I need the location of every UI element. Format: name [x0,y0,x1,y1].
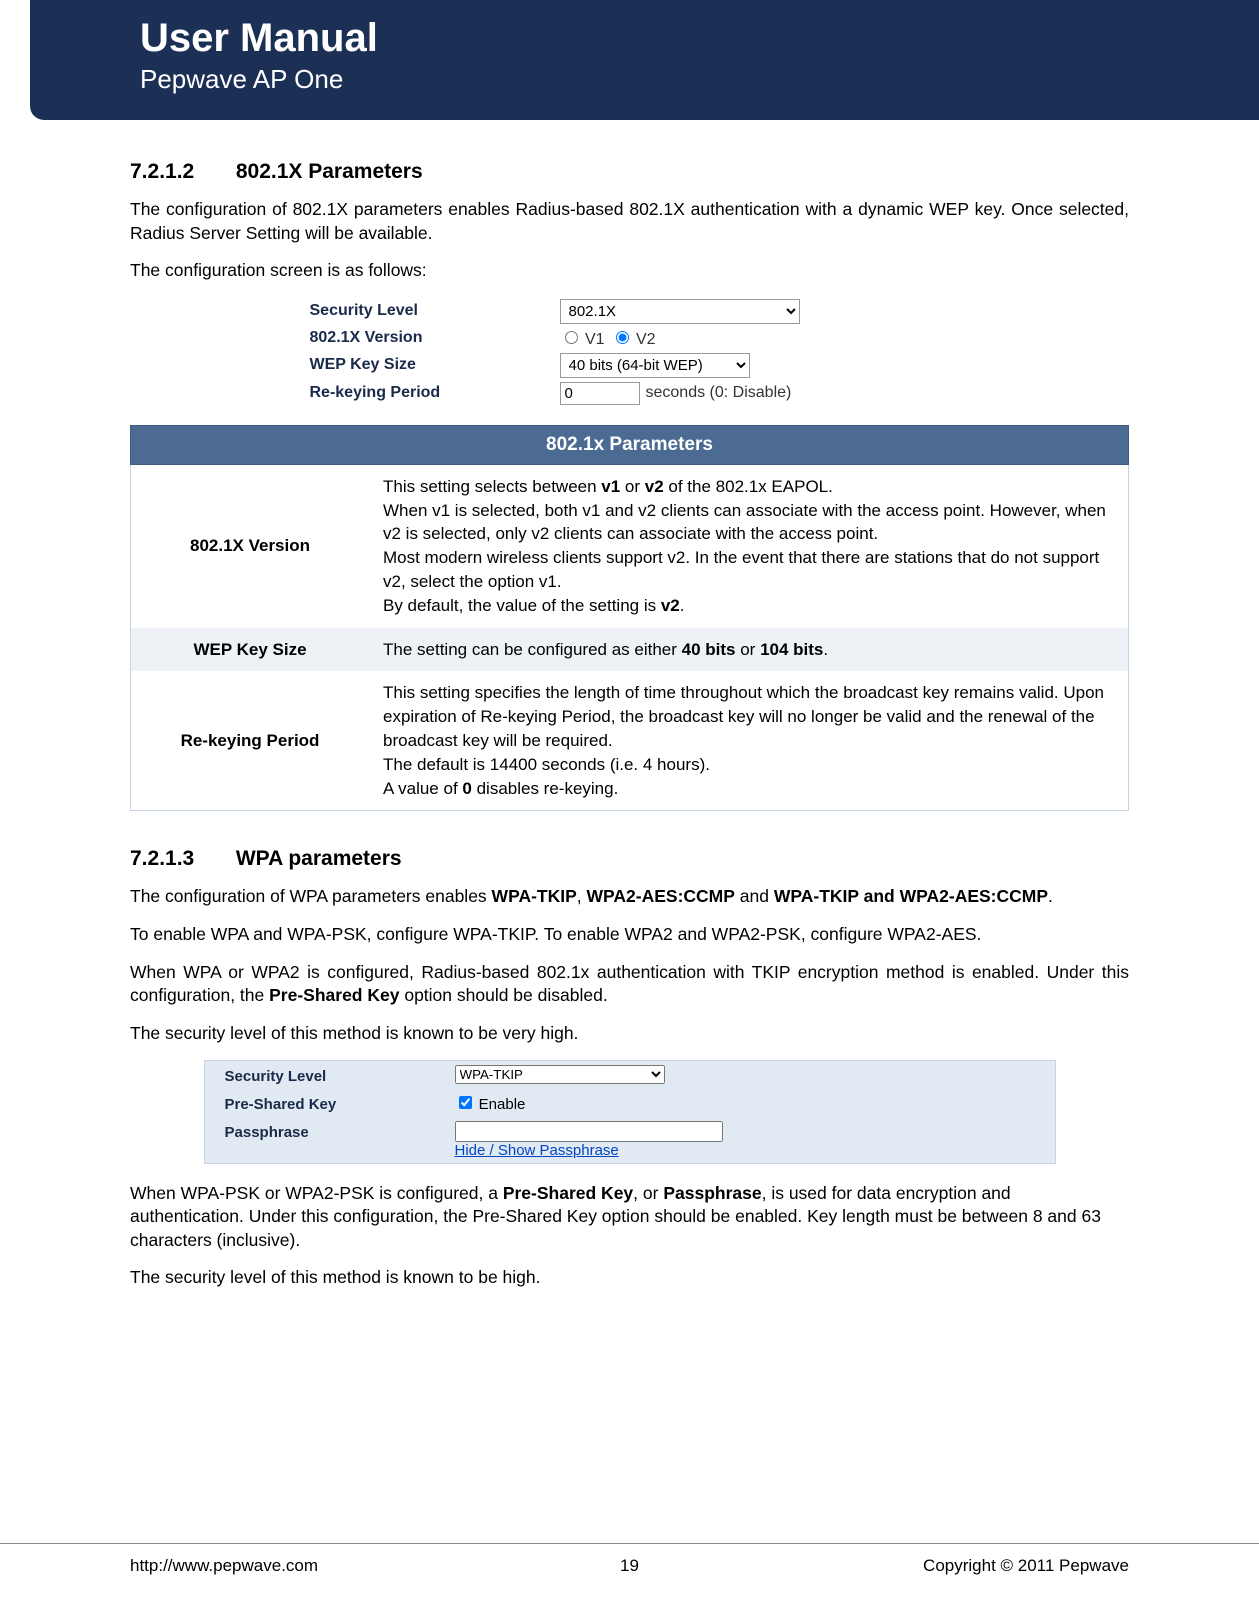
wpa-security-level-select[interactable]: WPA-TKIP [455,1065,665,1084]
footer-url: http://www.pepwave.com [130,1556,318,1576]
parameters-table: 802.1x Parameters 802.1X Version This se… [130,425,1129,812]
paragraph: To enable WPA and WPA-PSK, configure WPA… [130,923,1129,947]
field-label: Re-keying Period [310,384,560,402]
param-name: Re-keying Period [131,671,370,810]
page-number: 19 [620,1556,639,1576]
table-title: 802.1x Parameters [131,425,1129,464]
paragraph: The configuration of WPA parameters enab… [130,885,1129,909]
param-desc: The setting can be configured as either … [369,628,1129,672]
section-heading-8021x: 7.2.1.2 802.1X Parameters [130,160,1129,184]
document-header: User Manual Pepwave AP One [0,0,1259,120]
field-suffix: seconds (0: Disable) [646,384,792,402]
param-desc: This setting specifies the length of tim… [369,671,1129,810]
security-level-select[interactable]: 802.1X [560,299,800,324]
paragraph: The configuration screen is as follows: [130,259,1129,283]
section-heading-wpa: 7.2.1.3 WPA parameters [130,847,1129,871]
param-desc: This setting selects between v1 or v2 of… [369,464,1129,627]
field-label: Security Level [225,1065,455,1085]
paragraph: When WPA or WPA2 is configured, Radius-b… [130,961,1129,1008]
wep-keysize-select[interactable]: 40 bits (64-bit WEP) [560,353,750,378]
field-label: Passphrase [225,1121,455,1141]
passphrase-input[interactable] [455,1121,723,1142]
paragraph: The security level of this method is kno… [130,1266,1129,1290]
field-label: 802.1X Version [310,329,560,347]
paragraph: The configuration of 802.1X parameters e… [130,198,1129,245]
config-screenshot-wpa: Security Level WPA-TKIP Pre-Shared Key E… [204,1060,1056,1164]
page-footer: http://www.pepwave.com 19 Copyright © 20… [0,1543,1259,1576]
field-label: Security Level [310,302,560,320]
config-screenshot-8021x: Security Level 802.1X 802.1X Version V1 … [310,297,950,407]
param-name: 802.1X Version [131,464,370,627]
field-label: WEP Key Size [310,356,560,374]
hide-show-passphrase-link[interactable]: Hide / Show Passphrase [455,1142,619,1159]
rekey-input[interactable] [560,382,640,405]
field-label: Pre-Shared Key [225,1093,455,1113]
radio-v2[interactable]: V2 [611,328,656,349]
footer-copyright: Copyright © 2011 Pepwave [923,1556,1129,1576]
paragraph: The security level of this method is kno… [130,1022,1129,1046]
param-name: WEP Key Size [131,628,370,672]
doc-title: User Manual [140,18,1259,58]
radio-v1[interactable]: V1 [560,328,605,349]
paragraph: When WPA-PSK or WPA2-PSK is configured, … [130,1182,1129,1253]
doc-subtitle: Pepwave AP One [140,64,1259,95]
psk-enable-checkbox[interactable]: Enable [455,1096,526,1113]
